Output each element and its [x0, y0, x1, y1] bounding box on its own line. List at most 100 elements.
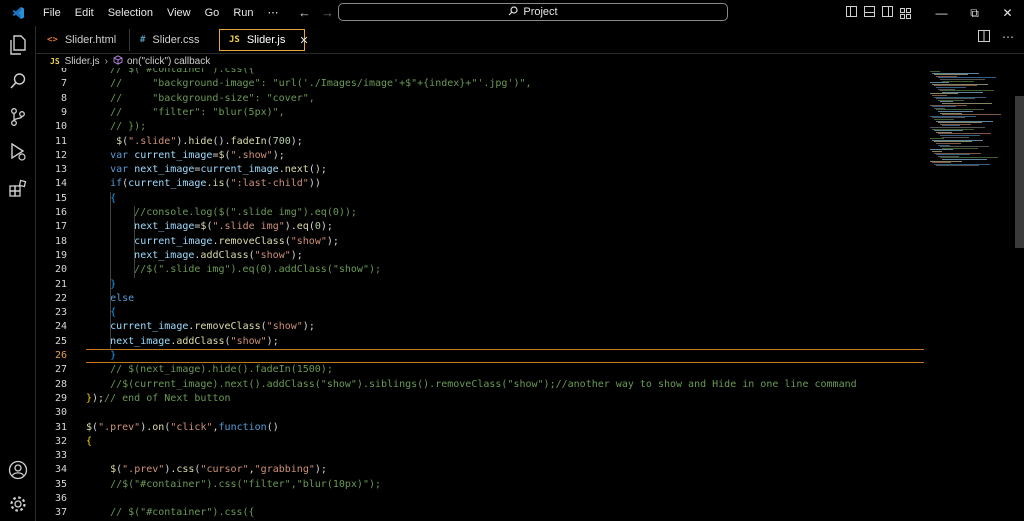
window-controls: — ⧉ ✕ — [925, 0, 1024, 26]
code-line: 13 var next_image=current_image.next(); — [36, 163, 926, 177]
tab-slider-css[interactable]: # Slider.css — [137, 29, 221, 51]
menu-item-edit[interactable]: Edit — [68, 0, 101, 26]
code-line: 27 // $(next_image).hide().fadeIn(1500); — [36, 363, 926, 377]
command-center-search[interactable]: Project — [338, 3, 728, 21]
code-line: 8 // "background-size": "cover", — [36, 92, 926, 106]
code-line: 25 next_image.addClass("show"); — [36, 335, 926, 349]
extensions-icon[interactable] — [7, 177, 29, 199]
toggle-secondary-sidebar-icon[interactable] — [882, 6, 893, 17]
code-text: // $("#container").css({ — [86, 507, 255, 519]
code-text: // $("#container").css({ — [86, 68, 255, 75]
close-icon[interactable]: ✕ — [991, 0, 1024, 26]
line-number: 13 — [54, 164, 67, 176]
tab-slider-js[interactable]: JS Slider.js ✕ — [219, 29, 309, 51]
toggle-primary-sidebar-icon[interactable] — [846, 6, 857, 17]
code-text: { — [110, 192, 117, 204]
code-line: 18 current_image.removeClass("show"); — [36, 235, 926, 249]
code-text: // "background-size": "cover", — [86, 92, 315, 104]
css-file-icon: # — [140, 35, 146, 45]
explorer-icon[interactable] — [7, 34, 29, 56]
code-line: 19 next_image.addClass("show"); — [36, 249, 926, 263]
js-file-icon: JS — [229, 35, 240, 45]
breadcrumb-file[interactable]: Slider.js — [65, 56, 100, 67]
menu-item-more[interactable]: ⋯ — [261, 0, 286, 26]
code-text: next_image.addClass("show"); — [134, 249, 303, 261]
code-line: 28 //$(current_image).next().addClass("s… — [36, 378, 926, 392]
menu-item-run[interactable]: Run — [226, 0, 260, 26]
command-center-label: Project — [523, 6, 558, 18]
code-line: 32 { — [36, 435, 926, 449]
line-number: 34 — [54, 464, 67, 476]
more-actions-icon[interactable]: ⋯ — [1002, 30, 1014, 45]
breadcrumb: JS Slider.js › on("click") callback — [36, 54, 1024, 68]
code-text: if(current_image.is(":last-child")) — [110, 178, 321, 190]
forward-arrow-icon[interactable]: → — [321, 5, 334, 20]
menu-item-file[interactable]: File — [36, 0, 68, 26]
title-bar: File Edit Selection View Go Run ⋯ ← → Project … — [0, 0, 1024, 26]
line-number: 28 — [54, 378, 67, 390]
line-number: 19 — [54, 249, 67, 261]
code-line: 37 // $("#container").css({ — [36, 506, 926, 520]
menu-item-selection[interactable]: Selection — [101, 0, 160, 26]
vscode-logo-icon — [0, 0, 36, 26]
search-icon[interactable] — [7, 70, 29, 92]
code-text: $(".prev").on("click",function() — [86, 421, 279, 433]
split-editor-icon[interactable] — [978, 30, 990, 45]
minimize-icon[interactable]: — — [925, 0, 958, 26]
manage-gear-icon[interactable] — [7, 493, 29, 515]
chevron-right-icon: › — [104, 55, 108, 67]
code-line: 20 //$(".slide img").eq(0).addClass("sho… — [36, 263, 926, 277]
line-number: 36 — [54, 493, 67, 504]
code-text: $(".slide").hide().fadeIn(700); — [116, 135, 303, 147]
line-number: 31 — [54, 421, 67, 433]
scrollbar-thumb[interactable] — [1015, 96, 1024, 248]
code-line: 24 current_image.removeClass("show"); — [36, 320, 926, 334]
tab-slider-html[interactable]: <> Slider.html — [44, 29, 134, 51]
code-line: 11 $(".slide").hide().fadeIn(700); — [36, 135, 926, 149]
minimap-line — [942, 136, 969, 138]
source-control-icon[interactable] — [7, 106, 29, 128]
back-arrow-icon[interactable]: ← — [298, 5, 311, 20]
menu-item-view[interactable]: View — [160, 0, 198, 26]
code-text: // }); — [86, 121, 147, 133]
code-line: 7 // "background-image": "url('./Images/… — [36, 77, 926, 91]
line-number: 16 — [54, 207, 67, 218]
customize-layout-icon[interactable] — [900, 6, 911, 19]
js-file-icon: JS — [50, 56, 60, 66]
line-number: 15 — [54, 192, 67, 204]
breadcrumb-symbol[interactable]: on("click") callback — [127, 56, 210, 67]
line-number: 24 — [54, 321, 67, 333]
code-line: 17 next_image=$(".slide img").eq(0); — [36, 220, 926, 234]
code-text: var current_image=$(".show"); — [110, 149, 285, 161]
activity-bar — [0, 26, 36, 521]
code-line: 26 } — [36, 349, 926, 363]
close-tab-icon[interactable]: ✕ — [299, 34, 308, 47]
minimap[interactable] — [926, 68, 1014, 521]
line-number: 18 — [54, 235, 67, 247]
menu-item-go[interactable]: Go — [198, 0, 227, 26]
line-number: 7 — [60, 78, 67, 90]
line-number: 17 — [54, 221, 67, 233]
code-editor[interactable]: 6 // $("#container").css({7 // "backgrou… — [36, 68, 926, 521]
toggle-panel-icon[interactable] — [864, 6, 875, 17]
code-text: //$("#container").css("filter","blur(10p… — [86, 478, 382, 490]
line-number: 37 — [54, 507, 67, 519]
vertical-scrollbar[interactable] — [1014, 68, 1024, 521]
code-text: //console.log($(".slide img").eq(0)); — [86, 207, 357, 218]
line-number: 26 — [54, 350, 67, 361]
menu-bar: File Edit Selection View Go Run ⋯ — [36, 0, 286, 26]
nav-arrows: ← → — [298, 5, 334, 20]
run-debug-icon[interactable] — [7, 141, 29, 163]
editor-tab-bar: <> Slider.html # Slider.css JS Slider.js… — [36, 26, 1024, 54]
line-number: 20 — [54, 264, 67, 276]
account-icon[interactable] — [7, 459, 29, 481]
line-number: 32 — [54, 435, 67, 447]
code-text: //$(current_image).next().addClass("show… — [86, 378, 857, 390]
code-line: 33 — [36, 449, 926, 463]
code-text: } — [110, 350, 117, 361]
line-number: 10 — [54, 121, 67, 133]
code-line: 23 { — [36, 306, 926, 320]
code-line: 14 if(current_image.is(":last-child")) — [36, 177, 926, 191]
code-line: 31 $(".prev").on("click",function() — [36, 421, 926, 435]
restore-icon[interactable]: ⧉ — [958, 0, 991, 26]
